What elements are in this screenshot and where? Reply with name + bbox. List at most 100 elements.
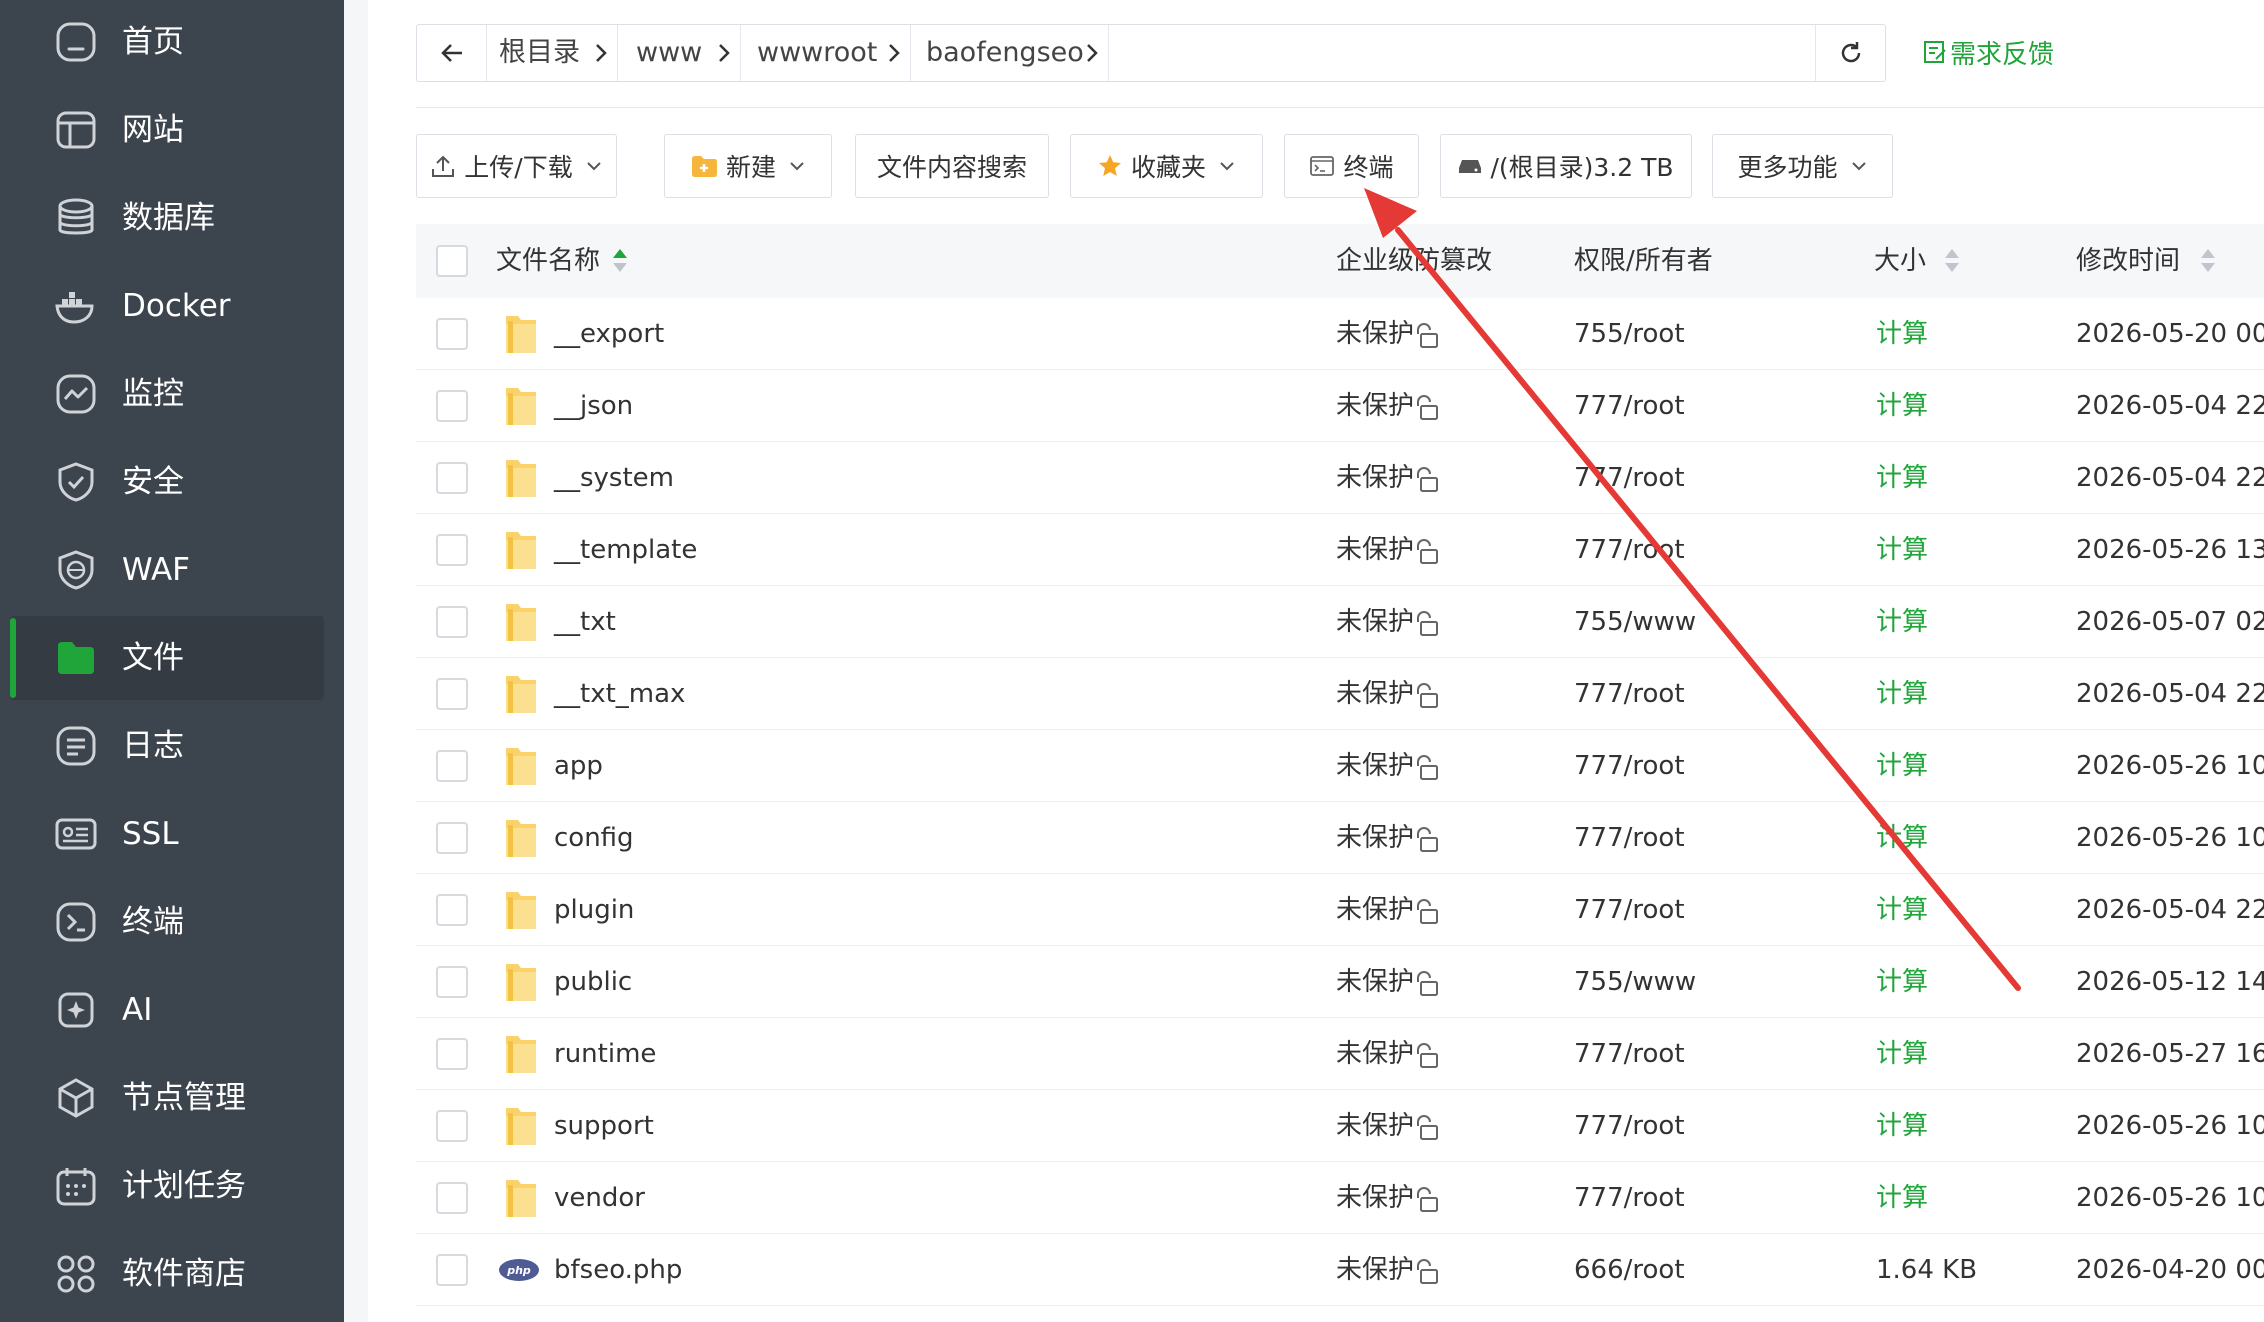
file-name[interactable]: __txt: [554, 586, 616, 658]
row-checkbox[interactable]: [436, 1254, 468, 1286]
calculate-size-link[interactable]: 计算: [1876, 802, 1928, 874]
breadcrumb-item-wwwroot[interactable]: wwwroot: [757, 25, 877, 81]
permission-owner[interactable]: 777/root: [1574, 1018, 1685, 1090]
row-checkbox[interactable]: [436, 894, 468, 926]
table-row[interactable]: plugin 未保护 777/root 计算 2026-05-04 22:2: [416, 874, 2264, 946]
unlock-icon[interactable]: [1413, 1114, 1439, 1142]
row-checkbox[interactable]: [436, 318, 468, 350]
file-name[interactable]: config: [554, 802, 634, 874]
permission-owner[interactable]: 777/root: [1574, 874, 1685, 946]
table-row[interactable]: public 未保护 755/www 计算 2026-05-12 14:5: [416, 946, 2264, 1018]
row-checkbox[interactable]: [436, 606, 468, 638]
table-row[interactable]: __template 未保护 777/root 计算 2026-05-26 13:4: [416, 514, 2264, 586]
row-checkbox[interactable]: [436, 678, 468, 710]
header-modified-time[interactable]: 修改时间: [2076, 224, 2180, 298]
permission-owner[interactable]: 666/root: [1574, 1234, 1685, 1306]
permission-owner[interactable]: 755/www: [1574, 586, 1696, 658]
sidebar-item-logs[interactable]: 日志: [10, 704, 324, 788]
row-checkbox[interactable]: [436, 1110, 468, 1142]
sidebar-item-store[interactable]: 软件商店: [10, 1232, 324, 1316]
file-name[interactable]: __export: [554, 298, 664, 370]
permission-owner[interactable]: 777/root: [1574, 442, 1685, 514]
calculate-size-link[interactable]: 计算: [1876, 1162, 1928, 1234]
select-all-checkbox[interactable]: [436, 245, 468, 277]
table-row[interactable]: php bfseo.php 未保护 666/root 1.64 KB 2026-04-20…: [416, 1234, 2264, 1306]
permission-owner[interactable]: 777/root: [1574, 514, 1685, 586]
sidebar-item-home[interactable]: 首页: [10, 0, 324, 84]
sidebar-item-files[interactable]: 文件: [10, 616, 324, 700]
unlock-icon[interactable]: [1413, 826, 1439, 854]
table-row[interactable]: __txt_max 未保护 777/root 计算 2026-05-04 22:2: [416, 658, 2264, 730]
file-name[interactable]: app: [554, 730, 603, 802]
permission-owner[interactable]: 777/root: [1574, 658, 1685, 730]
unlock-icon[interactable]: [1413, 898, 1439, 926]
calculate-size-link[interactable]: 计算: [1876, 1090, 1928, 1162]
sidebar-item-docker[interactable]: Docker: [10, 264, 324, 348]
unlock-icon[interactable]: [1413, 394, 1439, 422]
table-row[interactable]: __txt 未保护 755/www 计算 2026-05-07 02:5: [416, 586, 2264, 658]
more-functions-button[interactable]: 更多功能: [1712, 134, 1893, 198]
row-checkbox[interactable]: [436, 534, 468, 566]
file-name[interactable]: __txt_max: [554, 658, 685, 730]
sidebar-item-nodes[interactable]: 节点管理: [10, 1056, 324, 1140]
file-name[interactable]: bfseo.php: [554, 1234, 682, 1306]
file-name[interactable]: runtime: [554, 1018, 656, 1090]
permission-owner[interactable]: 777/root: [1574, 730, 1685, 802]
unlock-icon[interactable]: [1413, 1258, 1439, 1286]
unlock-icon[interactable]: [1413, 754, 1439, 782]
sidebar-item-waf[interactable]: WAF: [10, 528, 324, 612]
sidebar-item-database[interactable]: 数据库: [10, 176, 324, 260]
file-name[interactable]: plugin: [554, 874, 634, 946]
table-row[interactable]: runtime 未保护 777/root 计算 2026-05-27 16:3: [416, 1018, 2264, 1090]
unlock-icon[interactable]: [1413, 538, 1439, 566]
calculate-size-link[interactable]: 计算: [1876, 514, 1928, 586]
table-row[interactable]: __system 未保护 777/root 计算 2026-05-04 22:2: [416, 442, 2264, 514]
unlock-icon[interactable]: [1413, 610, 1439, 638]
file-name[interactable]: __system: [554, 442, 674, 514]
table-row[interactable]: __export 未保护 755/root 计算 2026-05-20 00:5: [416, 298, 2264, 370]
row-checkbox[interactable]: [436, 1038, 468, 1070]
sidebar-item-ai[interactable]: AI: [10, 968, 324, 1052]
header-size[interactable]: 大小: [1874, 224, 1926, 298]
table-row[interactable]: config 未保护 777/root 计算 2026-05-26 10:3: [416, 802, 2264, 874]
row-checkbox[interactable]: [436, 966, 468, 998]
sidebar-item-cron[interactable]: 计划任务: [10, 1144, 324, 1228]
favorites-button[interactable]: 收藏夹: [1070, 134, 1263, 198]
refresh-button[interactable]: [1815, 25, 1885, 81]
file-name[interactable]: support: [554, 1090, 654, 1162]
calculate-size-link[interactable]: 计算: [1876, 874, 1928, 946]
table-row[interactable]: support 未保护 777/root 计算 2026-05-26 10:3: [416, 1090, 2264, 1162]
upload-download-button[interactable]: 上传/下载: [416, 134, 617, 198]
unlock-icon[interactable]: [1413, 466, 1439, 494]
disk-button[interactable]: /(根目录)3.2 TB: [1440, 134, 1692, 198]
breadcrumb-item-www[interactable]: www: [636, 25, 702, 81]
row-checkbox[interactable]: [436, 390, 468, 422]
permission-owner[interactable]: 777/root: [1574, 1162, 1685, 1234]
file-name[interactable]: vendor: [554, 1162, 645, 1234]
breadcrumb-item-root[interactable]: 根目录: [499, 25, 580, 81]
permission-owner[interactable]: 755/root: [1574, 298, 1685, 370]
new-button[interactable]: 新建: [664, 134, 832, 198]
back-button[interactable]: [417, 25, 487, 81]
calculate-size-link[interactable]: 计算: [1876, 658, 1928, 730]
permission-owner[interactable]: 777/root: [1574, 370, 1685, 442]
table-row[interactable]: vendor 未保护 777/root 计算 2026-05-26 10:3: [416, 1162, 2264, 1234]
permission-owner[interactable]: 777/root: [1574, 802, 1685, 874]
unlock-icon[interactable]: [1413, 970, 1439, 998]
calculate-size-link[interactable]: 计算: [1876, 946, 1928, 1018]
unlock-icon[interactable]: [1413, 1042, 1439, 1070]
table-row[interactable]: __json 未保护 777/root 计算 2026-05-04 22:1: [416, 370, 2264, 442]
unlock-icon[interactable]: [1413, 682, 1439, 710]
file-name[interactable]: public: [554, 946, 632, 1018]
sort-icon[interactable]: [612, 246, 628, 276]
calculate-size-link[interactable]: 计算: [1876, 730, 1928, 802]
terminal-button[interactable]: 终端: [1284, 134, 1419, 198]
feedback-link[interactable]: 需求反馈: [1922, 30, 2054, 74]
content-search-button[interactable]: 文件内容搜索: [855, 134, 1049, 198]
sidebar-item-website[interactable]: 网站: [10, 88, 324, 172]
sidebar-item-terminal[interactable]: 终端: [10, 880, 324, 964]
calculate-size-link[interactable]: 计算: [1876, 1018, 1928, 1090]
sort-icon[interactable]: [2200, 246, 2216, 276]
row-checkbox[interactable]: [436, 1182, 468, 1214]
calculate-size-link[interactable]: 计算: [1876, 442, 1928, 514]
